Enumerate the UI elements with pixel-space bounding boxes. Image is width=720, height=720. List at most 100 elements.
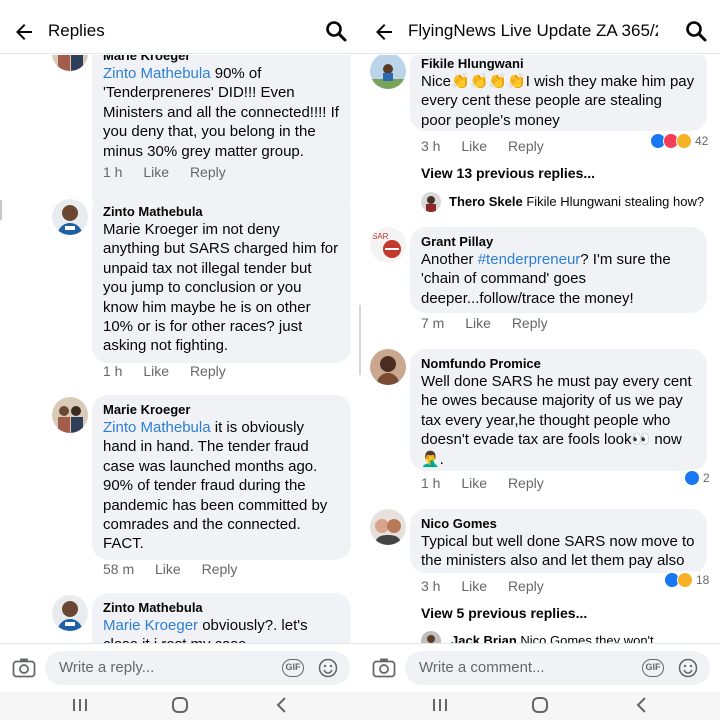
comment-author[interactable]: Marie Kroeger bbox=[103, 55, 339, 64]
avatar[interactable]: SAR bbox=[370, 227, 406, 263]
like-button[interactable]: Like bbox=[461, 578, 487, 594]
gif-icon[interactable]: GIF bbox=[282, 659, 304, 677]
avatar[interactable] bbox=[52, 595, 88, 631]
reaction-summary[interactable]: 2 bbox=[682, 469, 712, 487]
avatar[interactable] bbox=[52, 55, 88, 71]
comment-actions: 1 h Like Reply bbox=[421, 475, 561, 491]
comment-author[interactable]: Marie Kroeger bbox=[103, 401, 339, 418]
reply-preview-text[interactable]: Thero Skele Fikile Hlungwani stealing ho… bbox=[449, 194, 704, 209]
like-button[interactable]: Like bbox=[155, 561, 181, 577]
home-icon[interactable] bbox=[530, 696, 550, 714]
scrollbar[interactable] bbox=[359, 305, 361, 375]
comment-author[interactable]: Zinto Mathebula bbox=[103, 203, 339, 220]
reply-button[interactable]: Reply bbox=[190, 363, 226, 379]
mention-link[interactable]: Zinto Mathebula bbox=[103, 65, 211, 82]
comment-actions: 3 h Like Reply bbox=[421, 578, 561, 594]
comment-text: Marie Kroeger obviously?. let's close it… bbox=[103, 617, 308, 643]
comment-bubble[interactable]: Nico Gomes Typical but well done SARS no… bbox=[410, 509, 707, 573]
hashtag-link[interactable]: #tenderpreneur bbox=[478, 251, 581, 268]
back-nav-icon[interactable] bbox=[272, 696, 292, 714]
replies-list[interactable]: Marie Kroeger Zinto Mathebula 90% of 'Te… bbox=[0, 55, 360, 643]
comment-text: Another #tenderpreneur? I'm sure the 'ch… bbox=[421, 251, 671, 307]
emoji-icon[interactable] bbox=[678, 658, 698, 678]
page-title: Replies bbox=[48, 21, 105, 40]
avatar[interactable] bbox=[421, 631, 441, 643]
comment-actions: 1 h Like Reply bbox=[103, 363, 243, 379]
reaction-summary[interactable]: 42 bbox=[648, 132, 711, 150]
reply-button[interactable]: Reply bbox=[202, 561, 238, 577]
avatar[interactable] bbox=[52, 199, 88, 235]
comments-list[interactable]: Fikile Hlungwani Nice👏👏👏👏I wish they mak… bbox=[360, 55, 720, 643]
mention-link[interactable]: Marie Kroeger bbox=[103, 617, 198, 634]
avatar[interactable] bbox=[370, 55, 406, 89]
search-icon[interactable] bbox=[324, 19, 348, 43]
comment-time: 7 m bbox=[421, 315, 445, 331]
comment-actions: 3 h Like Reply bbox=[421, 138, 561, 154]
avatar[interactable] bbox=[52, 397, 88, 433]
back-arrow-icon[interactable] bbox=[12, 20, 36, 44]
like-button[interactable]: Like bbox=[461, 475, 487, 491]
replies-panel: Replies Marie Kroeger Zinto Mathebula 90… bbox=[0, 0, 360, 720]
back-nav-icon[interactable] bbox=[632, 696, 652, 714]
page-title: FlyingNews Live Update ZA 365/2... bbox=[408, 21, 658, 40]
reply-button[interactable]: Reply bbox=[190, 164, 226, 180]
comment-bubble[interactable]: Grant Pillay Another #tenderpreneur? I'm… bbox=[410, 227, 707, 313]
reply-button[interactable]: Reply bbox=[508, 578, 544, 594]
haha-reaction-icon bbox=[676, 133, 692, 149]
avatar[interactable] bbox=[370, 349, 406, 385]
mention-link[interactable]: Zinto Mathebula bbox=[103, 419, 211, 436]
reaction-summary[interactable]: 18 bbox=[662, 571, 712, 589]
like-button[interactable]: Like bbox=[143, 363, 169, 379]
reply-author[interactable]: Thero Skele bbox=[449, 194, 523, 209]
system-nav-bar bbox=[0, 692, 360, 720]
comment-input-placeholder: Write a comment... bbox=[419, 659, 545, 676]
comment-author[interactable]: Fikile Hlungwani bbox=[421, 55, 695, 72]
like-button[interactable]: Like bbox=[461, 138, 487, 154]
view-previous-replies-link[interactable]: View 5 previous replies... bbox=[421, 605, 587, 621]
search-icon[interactable] bbox=[684, 19, 708, 43]
comments-header: FlyingNews Live Update ZA 365/2... bbox=[360, 8, 720, 54]
view-previous-replies-link[interactable]: View 13 previous replies... bbox=[421, 165, 595, 181]
reply-preview-text[interactable]: Jack Brian Nico Gomes they won't bbox=[451, 633, 654, 643]
reply-button[interactable]: Reply bbox=[512, 315, 548, 331]
comment-text: Zinto Mathebula it is obviously hand in … bbox=[103, 419, 328, 553]
reply-author[interactable]: Jack Brian bbox=[451, 633, 517, 643]
gif-icon[interactable]: GIF bbox=[642, 659, 664, 677]
avatar[interactable] bbox=[370, 509, 406, 545]
comment-actions: 1 h Like Reply bbox=[103, 164, 243, 180]
comment-text: Nice👏👏👏👏I wish they make him pay every c… bbox=[421, 73, 695, 129]
comment-input[interactable]: Write a comment... GIF bbox=[405, 651, 710, 685]
home-icon[interactable] bbox=[170, 696, 190, 714]
svg-text:SAR: SAR bbox=[372, 232, 389, 241]
comment-author[interactable]: Nomfundo Promice bbox=[421, 355, 695, 372]
reply-input[interactable]: Write a reply... GIF bbox=[45, 651, 350, 685]
comment-bubble[interactable]: Marie Kroeger Zinto Mathebula it is obvi… bbox=[92, 395, 351, 560]
reply-button[interactable]: Reply bbox=[508, 138, 544, 154]
comment-actions: 7 m Like Reply bbox=[421, 315, 565, 331]
comment-bubble[interactable]: Zinto Mathebula Marie Kroeger obviously?… bbox=[92, 593, 351, 643]
emoji-icon[interactable] bbox=[318, 658, 338, 678]
comment-author[interactable]: Grant Pillay bbox=[421, 233, 695, 250]
comment-author[interactable]: Nico Gomes bbox=[421, 515, 695, 532]
comment-bubble[interactable]: Nomfundo Promice Well done SARS he must … bbox=[410, 349, 707, 471]
like-button[interactable]: Like bbox=[465, 315, 491, 331]
system-nav-bar bbox=[360, 692, 720, 720]
reply-composer: Write a reply... GIF bbox=[0, 643, 360, 692]
comment-author[interactable]: Zinto Mathebula bbox=[103, 599, 339, 616]
comment-text: Marie Kroeger im not deny anything but S… bbox=[103, 221, 339, 355]
camera-icon[interactable] bbox=[372, 657, 396, 679]
back-arrow-icon[interactable] bbox=[372, 20, 396, 44]
comment-bubble[interactable]: Zinto Mathebula Marie Kroeger im not den… bbox=[92, 197, 351, 363]
reaction-count: 2 bbox=[703, 471, 710, 485]
recent-apps-icon[interactable] bbox=[430, 696, 450, 714]
reply-input-placeholder: Write a reply... bbox=[59, 659, 155, 676]
comment-bubble[interactable]: Fikile Hlungwani Nice👏👏👏👏I wish they mak… bbox=[410, 55, 707, 131]
recent-apps-icon[interactable] bbox=[70, 696, 90, 714]
camera-icon[interactable] bbox=[12, 657, 36, 679]
replies-header: Replies bbox=[0, 8, 360, 54]
comment-bubble[interactable]: Marie Kroeger Zinto Mathebula 90% of 'Te… bbox=[92, 55, 351, 215]
comment-time: 1 h bbox=[103, 363, 123, 379]
like-button[interactable]: Like bbox=[143, 164, 169, 180]
avatar[interactable] bbox=[421, 192, 441, 212]
reply-button[interactable]: Reply bbox=[508, 475, 544, 491]
